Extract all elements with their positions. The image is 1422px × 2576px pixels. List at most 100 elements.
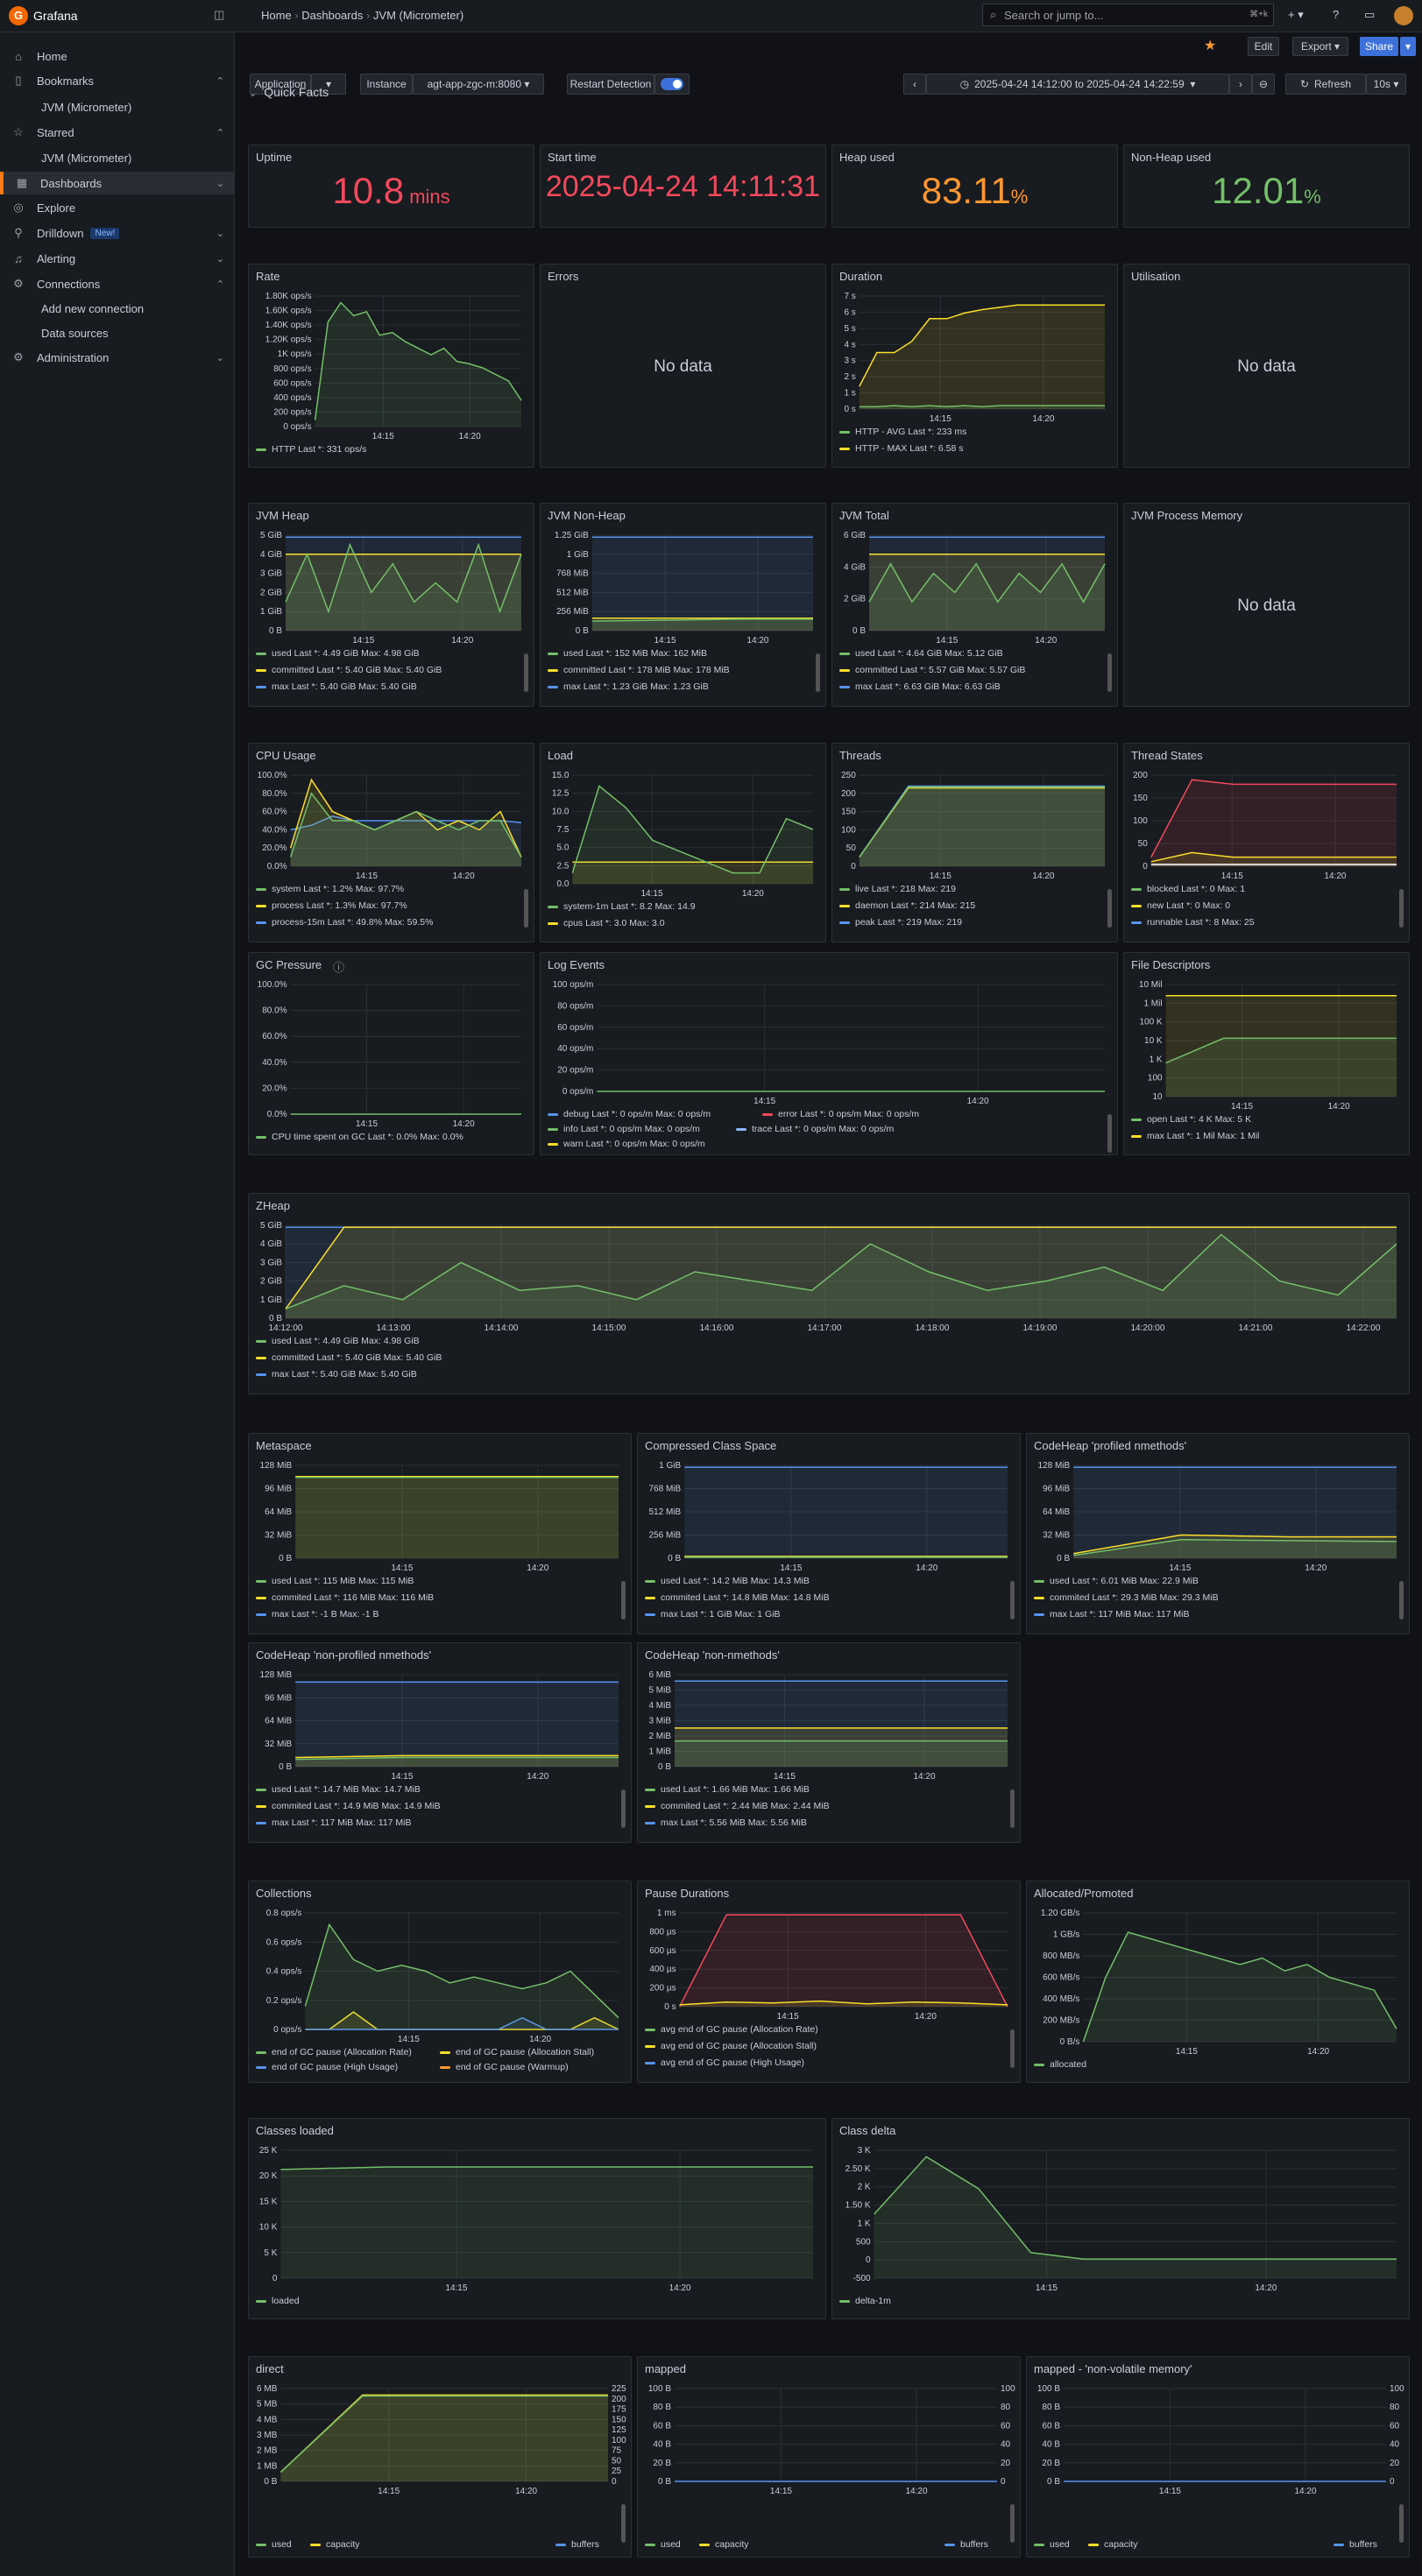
chevron-up-icon[interactable]: ⌃ [216, 127, 224, 138]
legend-scrollbar[interactable] [1399, 2504, 1404, 2543]
chevron-down-icon[interactable]: ⌄ [216, 228, 224, 239]
legend-item[interactable]: end of GC pause (Allocation Stall) [440, 2047, 594, 2057]
legend-item[interactable]: commited Last *: 29.3 MiB Max: 29.3 MiB [1034, 1592, 1219, 1603]
breadcrumb-dashboards[interactable]: Dashboards [301, 9, 363, 22]
search-input[interactable]: ⌕ Search or jump to... ⌘+k [982, 4, 1274, 26]
legend-item[interactable]: trace Last *: 0 ops/m Max: 0 ops/m [736, 1124, 894, 1134]
section-quick-facts[interactable]: ⌄ Quick Facts [249, 85, 329, 99]
legend-item[interactable]: committed Last *: 5.57 GiB Max: 5.57 GiB [839, 665, 1025, 675]
edit-button[interactable]: Edit [1248, 37, 1279, 56]
sidebar-item-bookmarks[interactable]: ▯ Bookmarks ⌃ [0, 69, 235, 92]
legend-item[interactable]: cpus Last *: 3.0 Max: 3.0 [548, 918, 665, 928]
legend-scrollbar[interactable] [816, 653, 820, 692]
legend-item[interactable]: used Last *: 115 MiB Max: 115 MiB [256, 1576, 414, 1586]
monitor-icon[interactable]: ▭ [1364, 8, 1375, 22]
legend-item[interactable]: used [645, 2539, 681, 2550]
export-button[interactable]: Export ▾ [1292, 37, 1348, 56]
sidebar-item-jvm-micrometer-[interactable]: JVM (Micrometer) [0, 146, 235, 169]
legend-item[interactable]: capacity [699, 2539, 749, 2550]
legend-item[interactable]: debug Last *: 0 ops/m Max: 0 ops/m [548, 1109, 711, 1119]
grafana-logo[interactable]: G [9, 6, 28, 25]
legend-item[interactable]: committed Last *: 178 MiB Max: 178 MiB [548, 665, 730, 675]
legend-item[interactable]: loaded [256, 2296, 300, 2306]
add-icon[interactable]: + ▾ [1288, 8, 1304, 22]
legend-item[interactable]: live Last *: 218 Max: 219 [839, 884, 956, 894]
legend-scrollbar[interactable] [1107, 653, 1112, 692]
legend-scrollbar[interactable] [1107, 1114, 1112, 1153]
legend-item[interactable]: allocated [1034, 2059, 1086, 2070]
legend-item[interactable]: HTTP - MAX Last *: 6.58 s [839, 443, 964, 454]
sidebar-item-starred[interactable]: ☆ Starred ⌃ [0, 121, 235, 144]
chevron-down-icon[interactable]: ⌄ [216, 178, 224, 189]
legend-item[interactable]: max Last *: 6.63 GiB Max: 6.63 GiB [839, 681, 1001, 692]
legend-item[interactable]: open Last *: 4 K Max: 5 K [1131, 1114, 1251, 1125]
legend-item[interactable]: max Last *: 1 Mil Max: 1 Mil [1131, 1131, 1259, 1141]
legend-scrollbar[interactable] [524, 653, 528, 692]
sidebar-item-data-sources[interactable]: Data sources [0, 321, 235, 344]
legend-item[interactable]: used Last *: 14.2 MiB Max: 14.3 MiB [645, 1576, 810, 1586]
share-button[interactable]: Share [1360, 37, 1398, 56]
legend-item[interactable]: max Last *: 1.23 GiB Max: 1.23 GiB [548, 681, 709, 692]
legend-item[interactable]: system Last *: 1.2% Max: 97.7% [256, 884, 404, 894]
legend-scrollbar[interactable] [524, 889, 528, 928]
legend-item[interactable]: used [256, 2539, 292, 2550]
legend-item[interactable]: CPU time spent on GC Last *: 0.0% Max: 0… [256, 1132, 463, 1142]
refresh-interval-select[interactable]: 10s ▾ [1366, 74, 1406, 95]
legend-item[interactable]: max Last *: 117 MiB Max: 117 MiB [256, 1817, 412, 1828]
legend-item[interactable]: used Last *: 4.49 GiB Max: 4.98 GiB [256, 648, 420, 659]
legend-item[interactable]: delta-1m [839, 2296, 891, 2306]
legend-item[interactable]: process Last *: 1.3% Max: 97.7% [256, 900, 407, 911]
help-icon[interactable]: ? [1333, 8, 1339, 21]
breadcrumb-home[interactable]: Home [261, 9, 292, 22]
legend-item[interactable]: buffers [1334, 2539, 1377, 2550]
chevron-up-icon[interactable]: ⌃ [216, 75, 224, 87]
chevron-down-icon[interactable]: ⌄ [216, 253, 224, 265]
legend-item[interactable]: HTTP Last *: 331 ops/s [256, 444, 366, 455]
legend-scrollbar[interactable] [1010, 2504, 1015, 2543]
legend-item[interactable]: HTTP - AVG Last *: 233 ms [839, 427, 966, 437]
time-back-button[interactable]: ‹ [903, 74, 926, 95]
legend-item[interactable]: buffers [944, 2539, 988, 2550]
legend-item[interactable]: avg end of GC pause (High Usage) [645, 2057, 804, 2068]
legend-item[interactable]: daemon Last *: 214 Max: 215 [839, 900, 975, 911]
legend-item[interactable]: runnable Last *: 8 Max: 25 [1131, 917, 1255, 928]
instance-var-select[interactable]: agt-app-zgc-m:8080 ▾ [413, 74, 544, 95]
legend-item[interactable]: max Last *: 5.40 GiB Max: 5.40 GiB [256, 681, 417, 692]
legend-item[interactable]: max Last *: 5.40 GiB Max: 5.40 GiB [256, 1369, 417, 1380]
legend-item[interactable]: system-1m Last *: 8.2 Max: 14.9 [548, 901, 696, 912]
legend-item[interactable]: end of GC pause (High Usage) [256, 2062, 398, 2072]
legend-item[interactable]: commited Last *: 14.8 MiB Max: 14.8 MiB [645, 1592, 830, 1603]
legend-item[interactable]: used Last *: 14.7 MiB Max: 14.7 MiB [256, 1784, 421, 1795]
time-range-picker[interactable]: ◷ 2025-04-24 14:12:00 to 2025-04-24 14:22… [926, 74, 1229, 95]
share-dropdown-button[interactable]: ▾ [1400, 37, 1416, 56]
legend-item[interactable]: blocked Last *: 0 Max: 1 [1131, 884, 1245, 894]
legend-item[interactable]: commited Last *: 2.44 MiB Max: 2.44 MiB [645, 1801, 830, 1811]
sidebar-item-drilldown[interactable]: ⚲ Drilldown New! ⌄ [0, 222, 235, 244]
legend-scrollbar[interactable] [1399, 889, 1404, 928]
legend-item[interactable]: used Last *: 152 MiB Max: 162 MiB [548, 648, 707, 659]
legend-scrollbar[interactable] [1010, 2029, 1015, 2068]
avatar[interactable] [1394, 6, 1413, 25]
legend-item[interactable]: commited Last *: 116 MiB Max: 116 MiB [256, 1592, 434, 1603]
legend-item[interactable]: info Last *: 0 ops/m Max: 0 ops/m [548, 1124, 700, 1134]
legend-item[interactable]: warn Last *: 0 ops/m Max: 0 ops/m [548, 1139, 705, 1149]
star-icon[interactable]: ★ [1204, 37, 1216, 54]
legend-item[interactable]: end of GC pause (Allocation Rate) [256, 2047, 412, 2057]
legend-item[interactable]: avg end of GC pause (Allocation Rate) [645, 2024, 818, 2035]
sidebar-item-explore[interactable]: ◎ Explore [0, 196, 235, 219]
legend-item[interactable]: used Last *: 1.66 MiB Max: 1.66 MiB [645, 1784, 810, 1795]
zoom-out-icon[interactable]: ⊖ [1252, 74, 1275, 95]
legend-scrollbar[interactable] [1010, 1789, 1015, 1828]
legend-item[interactable]: commited Last *: 14.9 MiB Max: 14.9 MiB [256, 1801, 441, 1811]
legend-item[interactable]: max Last *: 117 MiB Max: 117 MiB [1034, 1609, 1190, 1620]
legend-scrollbar[interactable] [1107, 889, 1112, 928]
chevron-down-icon[interactable]: ⌄ [216, 352, 224, 363]
legend-item[interactable]: used Last *: 6.01 MiB Max: 22.9 MiB [1034, 1576, 1199, 1586]
legend-item[interactable]: buffers [555, 2539, 599, 2550]
sidebar-item-dashboards[interactable]: ▦ Dashboards ⌄ [0, 172, 235, 194]
legend-scrollbar[interactable] [621, 1789, 626, 1828]
legend-item[interactable]: peak Last *: 219 Max: 219 [839, 917, 962, 928]
legend-scrollbar[interactable] [621, 2504, 626, 2543]
sidebar-item-administration[interactable]: ⚙ Administration ⌄ [0, 346, 235, 369]
legend-scrollbar[interactable] [621, 1581, 626, 1620]
